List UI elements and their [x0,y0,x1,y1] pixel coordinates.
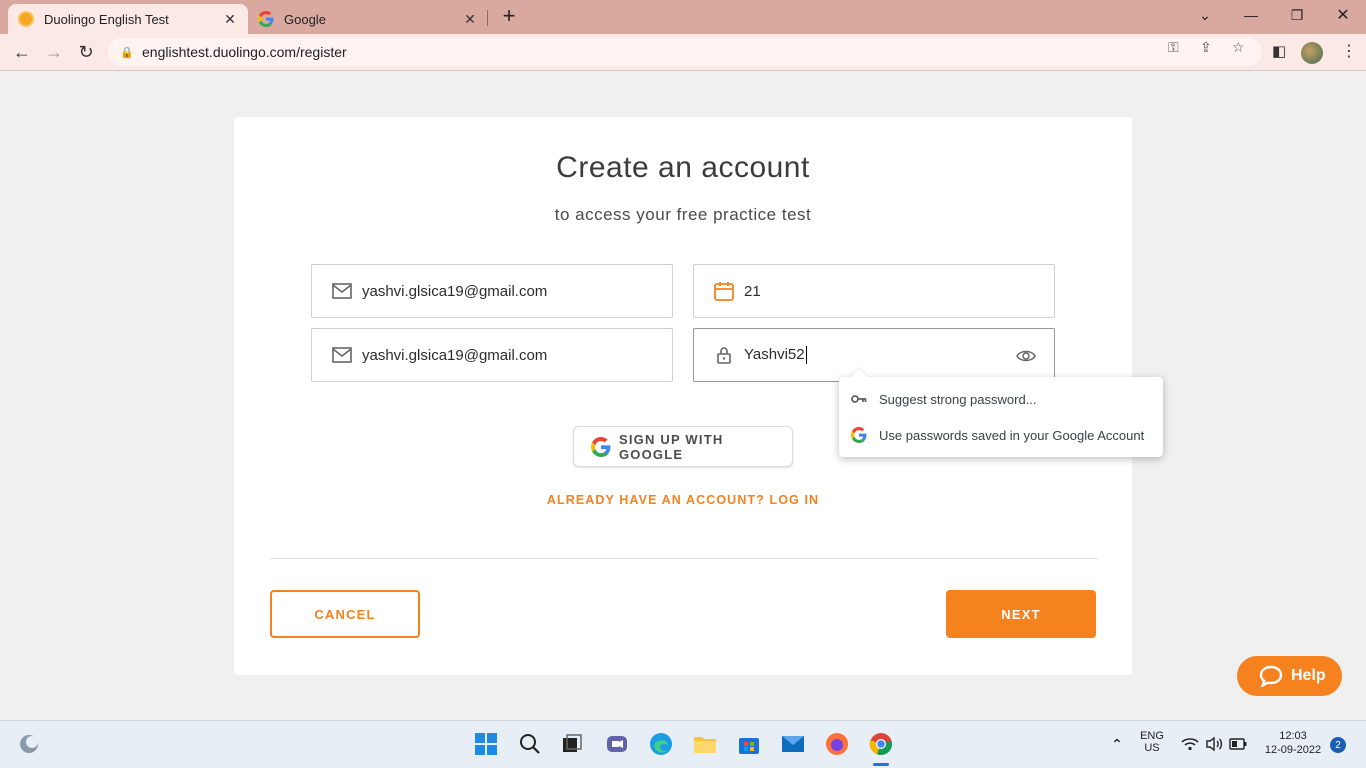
volume-icon[interactable] [1201,731,1227,757]
chat-bubble-icon [1259,665,1283,689]
page-content: Create an account to access your free pr… [0,71,1366,720]
page-subtitle: to access your free practice test [554,205,812,224]
confirm-email-field[interactable]: yashvi.glsica19@gmail.com [311,328,673,382]
url-text: englishtest.duolingo.com/register [142,44,347,60]
start-windows-icon[interactable] [473,731,499,757]
login-link[interactable]: ALREADY HAVE AN ACCOUNT? LOG IN [234,493,1132,507]
task-view-icon[interactable] [559,731,585,757]
page-title: Create an account [556,151,810,184]
battery-icon[interactable] [1225,731,1251,757]
password-field[interactable]: Yashvi52 [693,328,1055,382]
widgets-icon[interactable] [16,731,42,757]
side-panel-icon[interactable]: ◧ [1272,42,1286,60]
help-button[interactable]: Help [1237,656,1342,696]
suggest-password-label: Suggest strong password... [879,391,1037,407]
browser-toolbar: ← → ↻ 🔒 englishtest.duolingo.com/registe… [0,34,1366,71]
calendar-icon [714,281,734,301]
email-value: yashvi.glsica19@gmail.com [362,282,548,300]
confirm-email-value: yashvi.glsica19@gmail.com [362,346,548,364]
duolingo-favicon-icon [18,11,34,27]
chrome-icon[interactable] [868,731,894,757]
mail-icon [332,281,352,301]
clock-date: 12-09-2022 [1264,744,1322,756]
google-button-label: SIGN UP WITH GOOGLE [619,431,724,462]
password-key-icon[interactable]: ⚿ [1168,39,1179,56]
tab-title: Duolingo English Test [44,11,169,27]
show-password-eye-icon[interactable] [1016,346,1036,366]
close-tab-icon[interactable]: ✕ [222,11,238,27]
close-tab-icon[interactable]: ✕ [462,11,478,27]
microsoft-store-icon[interactable] [736,731,762,757]
password-suggestion-popup: Suggest strong password... Use passwords… [839,368,1163,457]
wifi-icon[interactable] [1177,731,1203,757]
chrome-active-indicator [873,763,889,766]
address-bar[interactable]: 🔒 englishtest.duolingo.com/register [108,38,1262,66]
age-field[interactable]: 21 [693,264,1055,318]
file-explorer-icon[interactable] [692,731,718,757]
close-window-icon[interactable]: ✕ [1320,0,1366,30]
language-indicator[interactable]: ENG US [1136,730,1168,754]
password-value: Yashvi52 [744,345,807,365]
windows-taskbar: ⌃ ENG US 12:03 12-09-2022 2 [0,720,1366,768]
new-tab-icon[interactable]: + [498,3,520,28]
sign-up-with-google-button[interactable]: SIGN UP WITH GOOGLE [573,426,793,467]
tab-title: Google [284,11,326,27]
email-field[interactable]: yashvi.glsica19@gmail.com [311,264,673,318]
clock-time: 12:03 [1279,730,1307,742]
forward-icon[interactable]: → [42,40,66,64]
google-g-icon [591,436,611,457]
lock-icon[interactable]: 🔒 [120,46,134,59]
divider [270,558,1098,559]
back-icon[interactable]: ← [10,40,34,64]
lock-icon [714,345,734,365]
suggest-password-item[interactable]: Suggest strong password... [839,381,1163,417]
notification-badge[interactable]: 2 [1330,737,1346,753]
tab-search-icon[interactable]: ⌄ [1182,0,1228,30]
profile-avatar[interactable] [1301,42,1323,64]
more-menu-icon[interactable]: ⋮ [1341,41,1357,61]
saved-passwords-item[interactable]: Use passwords saved in your Google Accou… [839,417,1163,453]
age-value: 21 [744,282,761,300]
restore-icon[interactable]: ❐ [1274,0,1320,30]
mail-app-icon[interactable] [780,731,806,757]
minimize-icon[interactable]: — [1228,0,1274,30]
teams-chat-icon[interactable] [604,731,630,757]
clock[interactable]: 12:03 12-09-2022 [1256,730,1330,756]
mail-icon [332,345,352,365]
browser-tab-strip: Duolingo English Test ✕ Google ✕ + ⌄ — ❐… [0,0,1366,34]
reload-icon[interactable]: ↻ [74,40,98,64]
edge-browser-icon[interactable] [648,731,674,757]
search-icon[interactable] [517,731,543,757]
tab-duolingo[interactable]: Duolingo English Test ✕ [8,4,248,34]
google-favicon-icon [258,11,274,27]
key-icon [851,391,867,407]
tab-google[interactable]: Google ✕ [250,4,486,34]
bookmark-star-icon[interactable]: ☆ [1232,39,1245,56]
tab-separator [487,10,488,26]
show-hidden-icons-chevron-icon[interactable]: ⌃ [1105,731,1129,757]
share-icon[interactable]: ⇪ [1200,39,1212,56]
next-button[interactable]: NEXT [946,590,1096,638]
firefox-icon[interactable] [824,731,850,757]
help-label: Help [1291,667,1326,684]
cancel-button[interactable]: CANCEL [270,590,420,638]
google-g-icon [851,427,867,443]
saved-passwords-label: Use passwords saved in your Google Accou… [879,427,1145,443]
